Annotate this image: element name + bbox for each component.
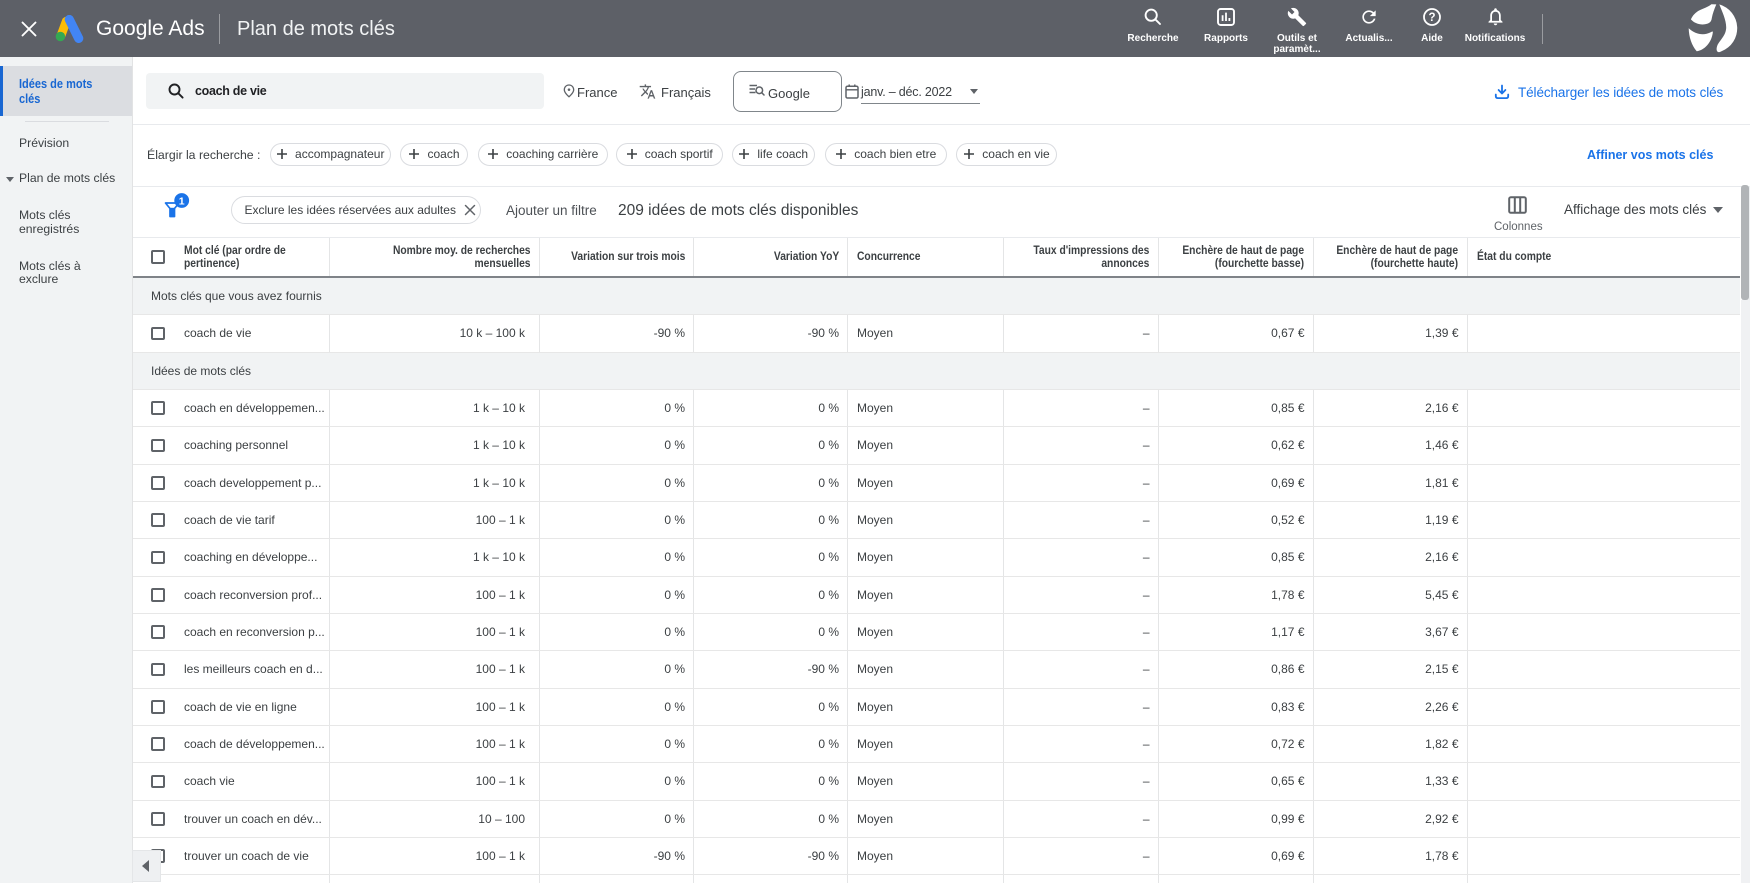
svg-text:?: ?: [1428, 12, 1435, 24]
svg-text:1: 1: [179, 195, 185, 207]
